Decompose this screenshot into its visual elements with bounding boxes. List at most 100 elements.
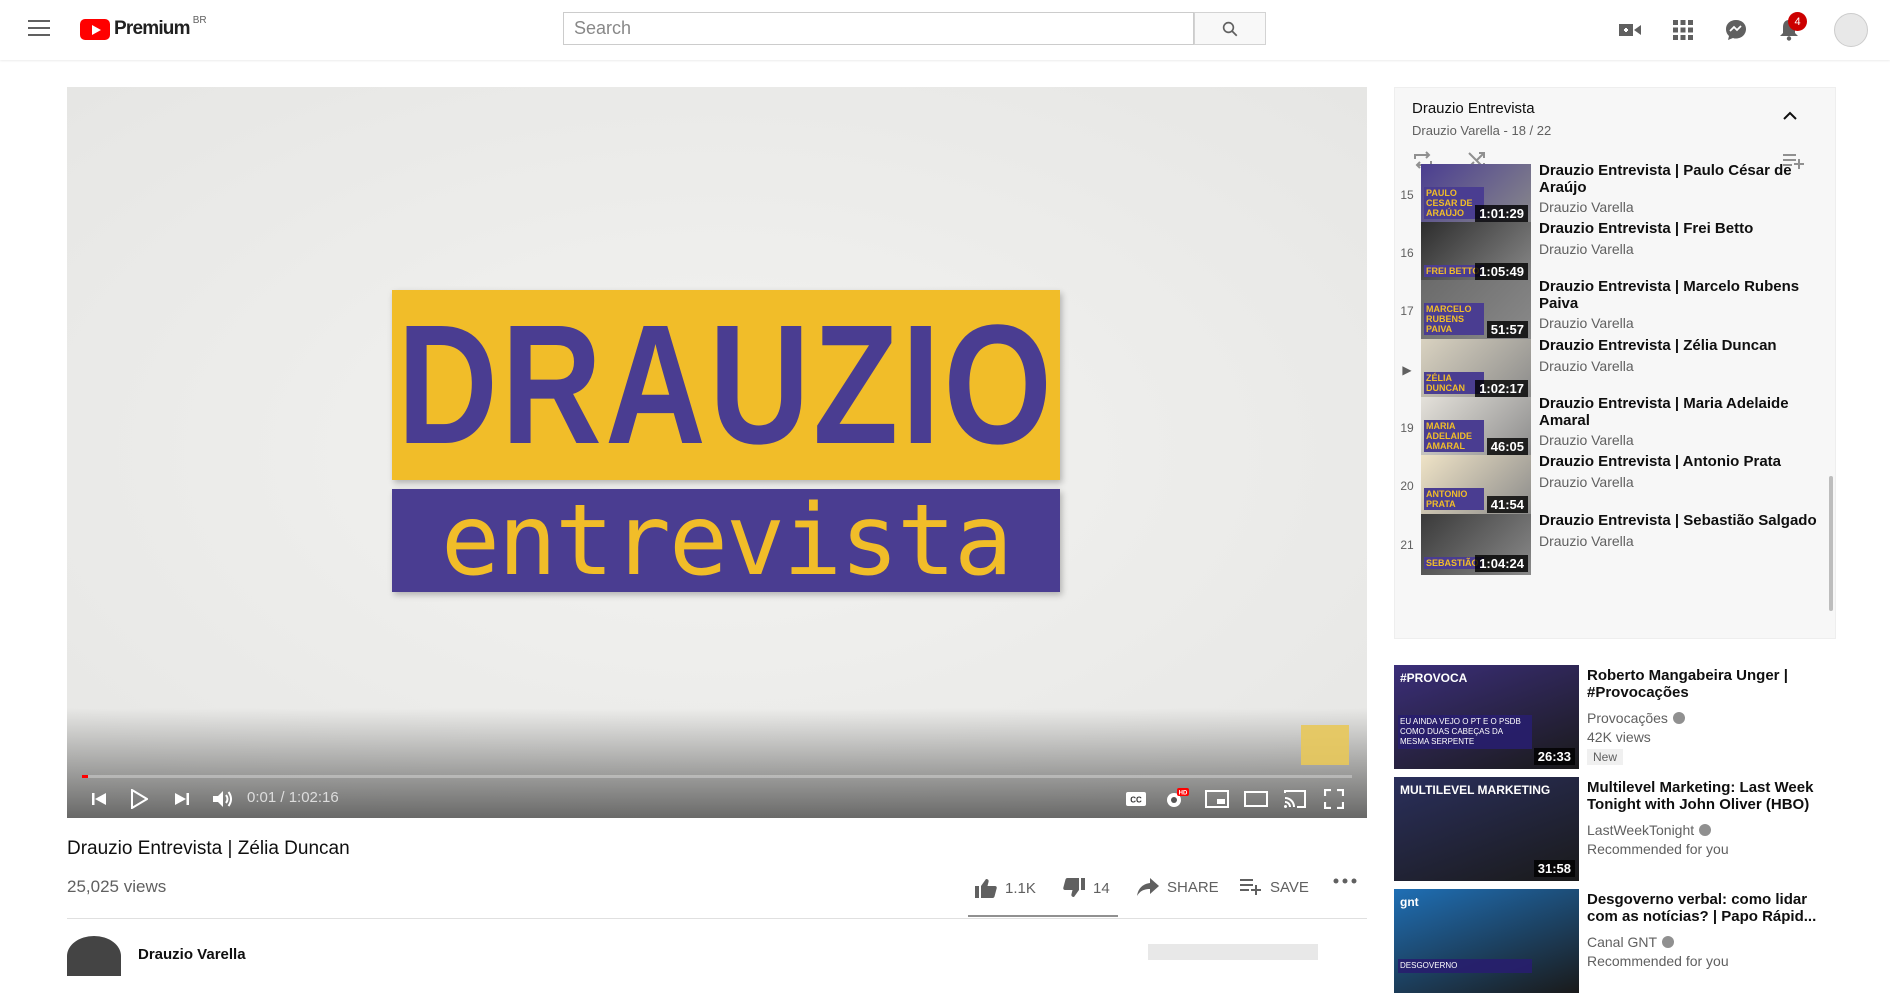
playlist-item-thumbnail[interactable]: ANTONIO PRATA 41:54 [1421, 455, 1531, 516]
play-icon [131, 789, 148, 809]
recommended-video[interactable]: MULTILEVEL MARKETING 31:58 Multilevel Mark… [1394, 777, 1844, 881]
playlist-thumb-label: ANTONIO PRATA [1424, 488, 1484, 510]
settings-gear-hd-icon: HD [1167, 788, 1189, 807]
recommended-video-thumbnail[interactable]: MULTILEVEL MARKETING 31:58 [1394, 777, 1579, 881]
thumbnail-text: #PROVOCA [1400, 671, 1468, 685]
recommended-video-channel[interactable]: Provocações [1587, 710, 1685, 726]
recommended-video-duration: 31:58 [1533, 860, 1575, 877]
playlist-item-channel: Drauzio Varella [1539, 315, 1634, 331]
volume-button[interactable] [210, 787, 236, 811]
thumbnail-caption: EU AINDA VEJO O PT E O PSDB COMO DUAS CA… [1398, 715, 1532, 749]
playlist-scrollbar[interactable] [1829, 476, 1833, 611]
playlist-item[interactable]: 21 SEBASTIÃO 1:04:24 Drauzio Entrevista | S… [1395, 512, 1835, 578]
cast-icon [1284, 790, 1306, 808]
youtube-premium-logo[interactable]: Premium BR [80, 14, 207, 40]
recommended-video-meta: Recommended for you [1587, 841, 1729, 857]
playlist-item-duration: 41:54 [1486, 496, 1528, 513]
fullscreen-button[interactable] [1321, 787, 1347, 811]
channel-name[interactable]: Drauzio Varella [138, 946, 246, 963]
show-logo-bottom: entrevista [392, 489, 1060, 592]
theater-mode-button[interactable] [1242, 787, 1270, 811]
thumbs-down-icon [1063, 878, 1085, 897]
recommended-video-meta: Recommended for you [1587, 953, 1729, 969]
playlist-item-title[interactable]: Drauzio Entrevista | Maria Adelaide Amar… [1539, 395, 1824, 429]
playlist-item-title[interactable]: Drauzio Entrevista | Zélia Duncan [1539, 337, 1824, 354]
apps-grid-icon[interactable] [1671, 18, 1695, 42]
recommended-video-meta: 42K views [1587, 729, 1651, 745]
playlist-item[interactable]: 19 MARIA ADELAIDE AMARAL 46:05 Drauzio Entr… [1395, 395, 1835, 461]
playlist-title[interactable]: Drauzio Entrevista [1412, 100, 1535, 117]
menu-icon[interactable] [28, 20, 50, 38]
recommended-video-thumbnail[interactable]: gnt DESGOVERNO [1394, 889, 1579, 993]
playlist-item-thumbnail[interactable]: ZÉLIA DUNCAN 1:02:17 [1421, 339, 1531, 400]
playlist-item-channel: Drauzio Varella [1539, 474, 1634, 490]
playlist-item[interactable]: ▶ ZÉLIA DUNCAN 1:02:17 Drauzio Entrevista |… [1395, 337, 1835, 403]
playlist-item-thumbnail[interactable]: SEBASTIÃO 1:04:24 [1421, 514, 1531, 575]
recommended-video-channel[interactable]: Canal GNT [1587, 934, 1675, 950]
video-player[interactable]: DRAUZIO entrevista 0:01 / 1:02:16 CC HD [67, 87, 1367, 818]
share-button[interactable]: SHARE [1137, 878, 1219, 896]
recommended-video-title[interactable]: Roberto Mangabeira Unger | #Provocações [1587, 667, 1827, 701]
save-label: SAVE [1270, 878, 1309, 896]
previous-icon [92, 793, 106, 805]
collapse-playlist-button[interactable] [1782, 108, 1798, 126]
country-code: BR [192, 14, 207, 26]
search-button[interactable] [1194, 12, 1266, 45]
verified-check-icon [1672, 712, 1685, 724]
settings-button[interactable]: HD [1162, 787, 1190, 811]
recommended-video-title[interactable]: Desgoverno verbal: como lidar com as not… [1587, 891, 1827, 925]
cast-button[interactable] [1281, 787, 1309, 811]
like-button[interactable]: 1.1K [975, 878, 1036, 898]
playlist-item-title[interactable]: Drauzio Entrevista | Marcelo Rubens Paiv… [1539, 278, 1824, 312]
messages-icon[interactable] [1724, 18, 1748, 42]
search-input[interactable]: Search [563, 12, 1194, 45]
playlist-item-index: ▶ [1402, 363, 1412, 377]
dislike-button[interactable]: 14 [1063, 878, 1110, 898]
next-button[interactable] [170, 787, 194, 811]
svg-text:HD: HD [1179, 791, 1188, 797]
show-logo-line1: DRAUZIO [397, 290, 1055, 480]
search-icon [1222, 21, 1238, 36]
thumbnail-caption: DESGOVERNO [1398, 959, 1532, 973]
recommended-video[interactable]: gnt DESGOVERNO Desgoverno verbal: como lid… [1394, 889, 1844, 993]
playlist-item-thumbnail[interactable]: MARIA ADELAIDE AMARAL 46:05 [1421, 397, 1531, 458]
more-actions-button[interactable] [1333, 878, 1365, 884]
recommended-video-thumbnail[interactable]: #PROVOCA EU AINDA VEJO O PT E O PSDB COMO… [1394, 665, 1579, 769]
recommended-video-title[interactable]: Multilevel Marketing: Last Week Tonight … [1587, 779, 1827, 813]
playlist-item-index: 16 [1400, 246, 1414, 260]
save-button[interactable]: SAVE [1240, 878, 1309, 896]
miniplayer-button[interactable] [1203, 787, 1231, 811]
playlist-item-channel: Drauzio Varella [1539, 432, 1634, 448]
playlist-item[interactable]: 16 FREI BETTO 1:05:49 Drauzio Entrevista | … [1395, 220, 1835, 286]
info-divider [67, 918, 1367, 919]
playlist-item-thumbnail[interactable]: MARCELO RUBENS PAIVA 51:57 [1421, 280, 1531, 341]
account-avatar[interactable] [1834, 13, 1868, 47]
recommended-video[interactable]: #PROVOCA EU AINDA VEJO O PT E O PSDB COMO… [1394, 665, 1844, 769]
verified-check-icon [1699, 824, 1712, 836]
previous-button[interactable] [87, 787, 111, 811]
playlist-item-thumbnail[interactable]: PAULO CESAR DE ARAÚJO 1:01:29 [1421, 164, 1531, 225]
subtitles-button[interactable]: CC [1123, 787, 1149, 811]
channel-watermark[interactable] [1301, 725, 1349, 765]
play-button[interactable] [127, 787, 151, 811]
playlist-item-title[interactable]: Drauzio Entrevista | Antonio Prata [1539, 453, 1824, 470]
closed-captions-icon: CC [1126, 792, 1146, 806]
playlist-item-title[interactable]: Drauzio Entrevista | Frei Betto [1539, 220, 1824, 237]
playlist-item-channel: Drauzio Varella [1539, 241, 1634, 257]
playlist-panel: Drauzio Entrevista Drauzio Varella - 18 … [1394, 87, 1836, 639]
channel-name-text: Provocações [1587, 710, 1668, 726]
subscribe-button[interactable] [1148, 944, 1318, 960]
fullscreen-icon [1324, 789, 1344, 809]
recommended-video-channel[interactable]: LastWeekTonight [1587, 822, 1712, 838]
playlist-item[interactable]: 20 ANTONIO PRATA 41:54 Drauzio Entrevista |… [1395, 453, 1835, 519]
playlist-item[interactable]: 17 MARCELO RUBENS PAIVA 51:57 Drauzio Entre… [1395, 278, 1835, 344]
thumbnail-text: MULTILEVEL MARKETING [1400, 783, 1551, 797]
playlist-item-thumbnail[interactable]: FREI BETTO 1:05:49 [1421, 222, 1531, 283]
channel-avatar[interactable] [67, 936, 121, 976]
create-video-icon[interactable] [1618, 18, 1642, 42]
playlist-item-title[interactable]: Drauzio Entrevista | Paulo César de Araú… [1539, 162, 1824, 196]
playlist-item-title[interactable]: Drauzio Entrevista | Sebastião Salgado [1539, 512, 1824, 529]
progress-bar[interactable] [82, 775, 1352, 778]
playlist-item[interactable]: 15 PAULO CESAR DE ARAÚJO 1:01:29 Drauzio En… [1395, 162, 1835, 228]
svg-text:CC: CC [1130, 796, 1142, 805]
